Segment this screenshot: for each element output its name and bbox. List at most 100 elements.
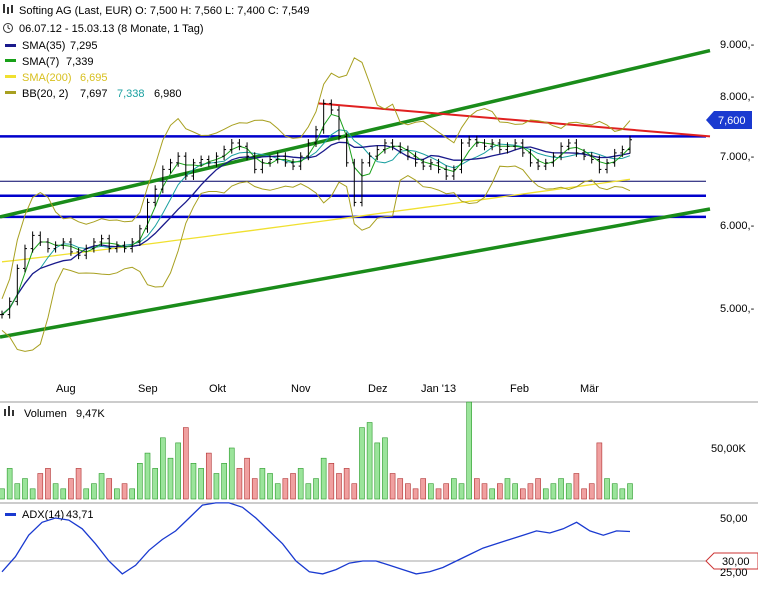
volume-bar: [619, 488, 626, 500]
chart-icon: [3, 4, 13, 14]
volume-bar: [22, 478, 28, 500]
trendline-2: [317, 102, 711, 138]
adx-tick-50: 50,00: [720, 513, 748, 525]
volume-bar: [29, 488, 36, 500]
volume-bar: [137, 462, 143, 500]
volume-bar: [14, 483, 21, 500]
volume-bar: [497, 483, 503, 500]
volume-bar: [558, 478, 564, 500]
volume-value: 9,47K: [76, 408, 105, 420]
volume-bar: [420, 478, 427, 500]
volume-bar: [374, 442, 381, 500]
stock-chart: Softing AG (Last, EUR) O: 7,500 H: 7,560…: [0, 4, 758, 579]
month-label-feb: Feb: [510, 383, 529, 395]
adx-line: [0, 502, 706, 575]
price-tick-8000: 8.000,-: [720, 91, 755, 103]
volume-bar: [190, 462, 197, 500]
volume-bar: [504, 478, 511, 500]
volume-tick-50k: 50,00K: [711, 443, 747, 455]
volume-bar: [305, 483, 312, 500]
volume-bar: [267, 473, 273, 500]
volume-bar: [328, 462, 335, 500]
volume-bar: [152, 468, 158, 500]
sma200-value: 6,695: [80, 72, 108, 84]
volume-bar: [259, 468, 266, 500]
adx-swatch: [5, 513, 16, 516]
volume-bar: [382, 437, 388, 500]
volume-bar: [0, 488, 5, 500]
volume-bar: [282, 478, 289, 500]
volume-bar: [290, 473, 296, 500]
volume-bar: [336, 473, 342, 500]
volume-bar: [213, 473, 220, 500]
volume-bar: [389, 473, 396, 500]
volume-bar: [236, 468, 243, 500]
volume-bar: [274, 483, 281, 500]
volume-bar: [596, 442, 603, 500]
price-tick-7000: 7.000,-: [720, 151, 755, 163]
volume-bar: [443, 483, 449, 500]
volume-bar: [435, 488, 442, 500]
volume-bar: [565, 483, 572, 500]
trendline-1: [0, 207, 711, 339]
volume-bar: [489, 488, 495, 500]
month-label-nov: Nov: [291, 383, 311, 395]
price-tick-6000: 6.000,-: [720, 220, 755, 232]
volume-bar: [519, 488, 526, 500]
volume-bar: [397, 478, 404, 500]
volume-bar: [320, 457, 327, 500]
month-label-mar: Mär: [580, 383, 599, 395]
adx-label: ADX(14): [22, 509, 64, 521]
volume-bar: [52, 483, 59, 500]
volume-bar: [167, 457, 174, 500]
volume-bar: [98, 473, 105, 500]
volume-bar: [228, 447, 235, 500]
current-price-tag: 7,600: [706, 111, 752, 129]
sma7-swatch: [5, 59, 16, 62]
volume-bar: [588, 483, 595, 500]
bb-label: BB(20, 2): [22, 88, 68, 100]
month-label-dez: Dez: [368, 383, 388, 395]
volume-bar: [121, 483, 128, 500]
sma7-value: 7,339: [66, 56, 94, 68]
volume-bar: [221, 462, 227, 500]
volume-bar: [198, 468, 204, 500]
price-tick-9000: 9.000,-: [720, 39, 755, 51]
volume-bar: [542, 488, 549, 500]
sma200-swatch: [5, 75, 16, 78]
volume-bar: [251, 478, 258, 500]
bb-swatch: [5, 91, 16, 94]
volume-bar: [458, 483, 465, 500]
current-price-value: 7,600: [718, 115, 746, 127]
volume-bar: [550, 483, 557, 500]
sma35-swatch: [5, 44, 16, 47]
adx-tick-25: 25,00: [720, 567, 748, 579]
sma200-label: SMA(200): [22, 72, 72, 84]
bb-value-middle: 7,338: [117, 88, 145, 100]
volume-bar: [466, 401, 472, 500]
volume-bar: [205, 452, 212, 500]
volume-bar: [144, 452, 151, 500]
volume-icon: [4, 406, 14, 416]
sma35-label: SMA(35): [22, 40, 65, 52]
adx-polyline: [1, 502, 631, 575]
volume-bar: [297, 468, 304, 500]
volume-bar: [175, 442, 181, 500]
volume-bar: [45, 468, 51, 500]
volume-label: Volumen: [24, 408, 67, 420]
volume-bar: [68, 478, 74, 500]
sma7-label: SMA(7): [22, 56, 59, 68]
volume-bar: [359, 427, 365, 500]
sma35-value: 7,295: [70, 40, 98, 52]
month-label-okt: Okt: [209, 383, 226, 395]
volume-bar: [343, 468, 350, 500]
volume-bar: [627, 483, 633, 500]
bb-value-lower: 6,980: [154, 88, 182, 100]
volume-bar: [527, 483, 534, 500]
month-label-jan: Jan '13: [421, 383, 456, 395]
volume-bar: [313, 478, 319, 500]
volume-bar: [512, 483, 518, 500]
chart-period: 06.07.12 - 15.03.13 (8 Monate, 1 Tag): [19, 23, 203, 35]
price-tick-5000: 5.000,-: [720, 303, 755, 315]
volume-bar: [535, 478, 541, 500]
